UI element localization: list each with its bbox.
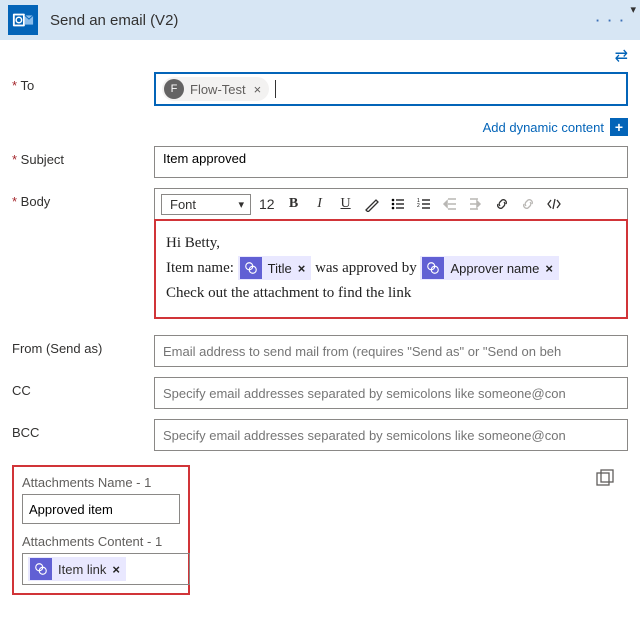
attachment-name-input[interactable]: [22, 494, 180, 524]
svg-text:2: 2: [417, 203, 420, 209]
unlink-button: [517, 193, 539, 215]
attachment-content-label: Attachments Content - 1: [22, 534, 180, 549]
body-line-1: Hi Betty,: [166, 231, 616, 256]
attachment-name-label: Attachments Name - 1: [22, 475, 180, 490]
token-remove-icon[interactable]: ×: [298, 258, 306, 279]
avatar: F: [164, 79, 184, 99]
outlook-icon: [8, 5, 38, 35]
italic-button[interactable]: I: [309, 193, 331, 215]
chip-label: Flow-Test: [190, 82, 246, 97]
code-view-button[interactable]: [543, 193, 565, 215]
indent-button: [465, 193, 487, 215]
body-line-2: Item name: Title × was approved by Appro…: [166, 256, 616, 281]
from-label: From (Send as): [12, 335, 154, 356]
cc-input[interactable]: [154, 377, 628, 409]
body-line-3: Check out the attachment to find the lin…: [166, 281, 616, 306]
highlight-color-button[interactable]: [361, 193, 383, 215]
to-input[interactable]: F Flow-Test ×: [154, 72, 628, 106]
font-size-select[interactable]: 12▾: [255, 194, 279, 214]
attachments-section: Attachments Name - 1 Attachments Content…: [12, 465, 190, 595]
switch-to-array-icon[interactable]: [596, 469, 614, 490]
token-remove-icon[interactable]: ×: [545, 258, 553, 279]
outdent-button: [439, 193, 461, 215]
subject-text[interactable]: [163, 151, 619, 166]
bcc-input[interactable]: [154, 419, 628, 451]
add-dynamic-content-icon[interactable]: +: [610, 118, 628, 136]
sharepoint-token-icon: [422, 257, 444, 279]
action-title: Send an email (V2): [50, 12, 178, 29]
to-label: To: [12, 78, 34, 93]
bold-button[interactable]: B: [283, 193, 305, 215]
bcc-label: BCC: [12, 419, 154, 440]
to-recipient-chip[interactable]: F Flow-Test ×: [162, 77, 269, 101]
bullet-list-button[interactable]: [387, 193, 409, 215]
body-content[interactable]: Hi Betty, Item name: Title × was approve…: [154, 219, 628, 319]
dynamic-token-title[interactable]: Title ×: [238, 256, 312, 280]
number-list-button[interactable]: 12: [413, 193, 435, 215]
dynamic-token-item-link[interactable]: Item link ×: [28, 557, 126, 581]
add-dynamic-content-link[interactable]: Add dynamic content: [483, 120, 604, 135]
text-cursor: [275, 80, 276, 98]
action-header: Send an email (V2) · · ·: [0, 0, 640, 40]
token-remove-icon[interactable]: ×: [112, 562, 120, 577]
underline-button[interactable]: U: [335, 193, 357, 215]
sharepoint-token-icon: [30, 558, 52, 580]
swap-connection-icon[interactable]: ⇄: [615, 48, 628, 65]
subject-input[interactable]: [154, 146, 628, 178]
link-button[interactable]: [491, 193, 513, 215]
overflow-menu-icon[interactable]: · · ·: [590, 9, 632, 32]
subject-label: Subject: [12, 152, 64, 167]
dynamic-token-approver[interactable]: Approver name ×: [420, 256, 558, 280]
chip-remove-icon[interactable]: ×: [252, 82, 264, 97]
editor-toolbar: Font 12▾ B I U 12: [155, 189, 627, 220]
rich-text-editor: Font 12▾ B I U 12: [154, 188, 628, 319]
body-label: Body: [12, 194, 50, 209]
cc-label: CC: [12, 377, 154, 398]
font-select[interactable]: Font: [161, 194, 251, 215]
sharepoint-token-icon: [240, 257, 262, 279]
from-input[interactable]: [154, 335, 628, 367]
attachment-content-input[interactable]: Item link ×: [22, 553, 190, 585]
